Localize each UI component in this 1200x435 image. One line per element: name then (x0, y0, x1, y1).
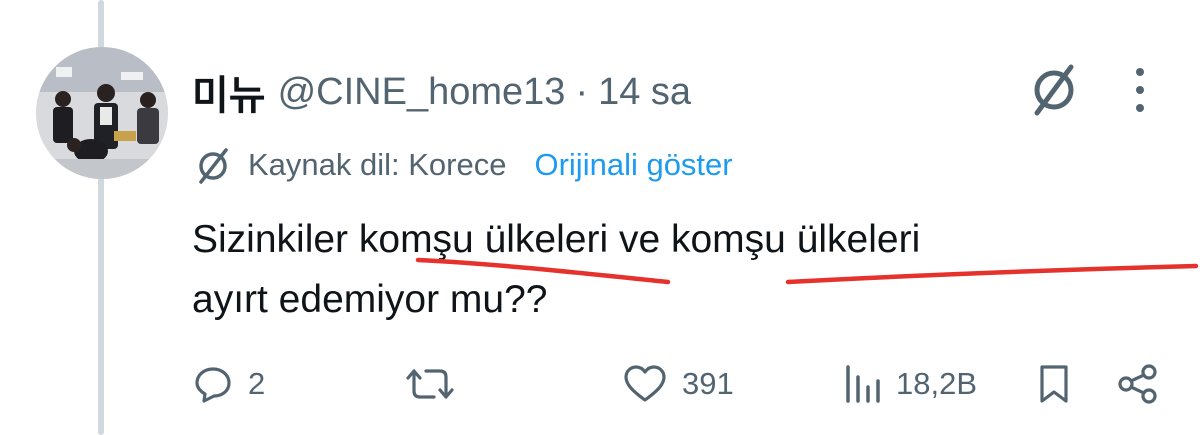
tweet-text: Sizinkiler komşu ülkeleri ve komşu ülkel… (192, 218, 921, 321)
user-handle[interactable]: @CINE_home13 (278, 71, 566, 114)
views-icon (846, 365, 880, 403)
repost-button[interactable] (404, 352, 470, 416)
repost-icon (406, 369, 454, 399)
reply-button[interactable]: 2 (192, 352, 265, 416)
show-original-link[interactable]: Orijinali göster (534, 147, 732, 183)
avatar[interactable] (36, 47, 168, 179)
like-count: 391 (682, 366, 734, 401)
like-button[interactable]: 391 (622, 352, 734, 416)
bookmark-icon (1040, 365, 1068, 403)
grok-button[interactable] (1026, 62, 1082, 118)
views-button[interactable]: 18,2B (842, 352, 977, 416)
timestamp[interactable]: 14 sa (598, 71, 691, 114)
avatar-image (36, 47, 168, 179)
source-language-label: Kaynak dil: Korece (248, 147, 507, 182)
translate-icon (199, 148, 228, 184)
display-name[interactable]: 미뉴 (192, 63, 266, 121)
reply-count: 2 (248, 366, 266, 401)
slashed-circle-icon (1034, 64, 1074, 116)
separator-dot: · (575, 70, 589, 113)
view-count: 18,2B (896, 366, 978, 401)
bookmark-button[interactable] (1036, 352, 1072, 416)
heart-icon (624, 365, 666, 402)
vertical-dots-icon (1136, 68, 1144, 112)
share-button[interactable] (1116, 352, 1160, 416)
tweet-header: 미뉴 @CINE_home13 · 14 sa (192, 62, 691, 122)
reply-icon (195, 367, 231, 403)
more-options-button[interactable] (1124, 62, 1156, 118)
share-icon (1118, 364, 1157, 404)
translation-row: Kaynak dil: Korece Orijinali göster (192, 140, 733, 190)
